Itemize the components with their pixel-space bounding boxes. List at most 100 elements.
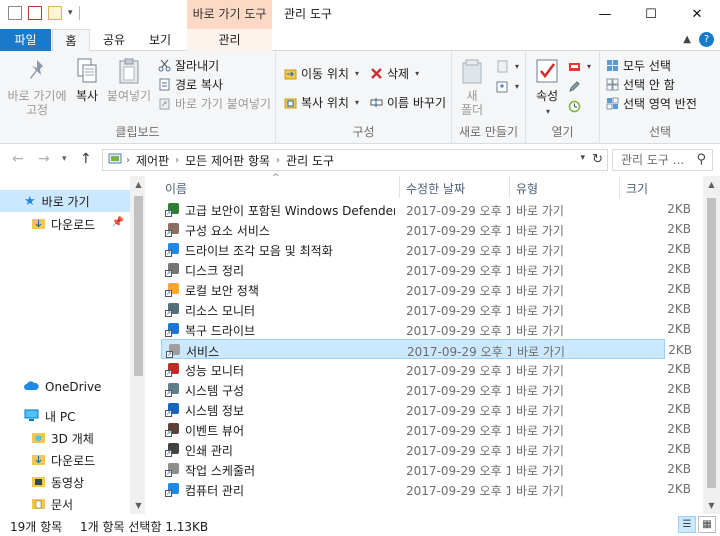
- move-to-button[interactable]: 이동 위치 ▾: [284, 64, 359, 82]
- breadcrumb-all-items[interactable]: 모든 제어판 항목: [181, 152, 274, 169]
- new-folder-qat-icon[interactable]: [48, 6, 62, 20]
- address-dropdown-icon[interactable]: ▾: [580, 153, 585, 163]
- history-button[interactable]: [568, 97, 581, 115]
- file-row[interactable]: ↗ 성능 모니터 2017-09-29 오후 1... 바로 가기 2KB: [161, 359, 691, 379]
- nav-item-onedrive[interactable]: OneDrive: [0, 376, 130, 398]
- open-button[interactable]: ▾: [568, 57, 591, 75]
- file-row[interactable]: ↗ 시스템 구성 2017-09-29 오후 1... 바로 가기 2KB: [161, 379, 691, 399]
- file-name: 이벤트 뷰어: [185, 424, 245, 438]
- back-arrow-icon[interactable]: ←: [12, 151, 24, 167]
- column-divider[interactable]: [399, 176, 400, 198]
- forward-arrow-icon[interactable]: →: [38, 151, 50, 167]
- column-size[interactable]: 크기: [626, 180, 648, 197]
- file-row[interactable]: ↗ 디스크 정리 2017-09-29 오후 1... 바로 가기 2KB: [161, 259, 691, 279]
- file-row[interactable]: ↗ 컴퓨터 관리 2017-09-29 오후 1... 바로 가기 2KB: [161, 479, 691, 499]
- breadcrumb-separator[interactable]: ›: [274, 155, 282, 166]
- breadcrumb-separator[interactable]: ›: [173, 155, 181, 166]
- column-type[interactable]: 유형: [516, 180, 538, 197]
- column-divider[interactable]: [509, 176, 510, 198]
- nav-item-documents[interactable]: 문서: [0, 493, 130, 515]
- file-size: 2KB: [667, 462, 691, 476]
- nav-item-downloads[interactable]: 다운로드 📌: [0, 213, 130, 235]
- select-all-button[interactable]: 모두 선택: [606, 56, 671, 74]
- tab-manage[interactable]: 관리: [187, 29, 272, 51]
- easy-access-button[interactable]: ▾: [496, 77, 519, 95]
- tab-file[interactable]: 파일: [0, 29, 51, 51]
- properties-qat-icon[interactable]: [8, 6, 22, 20]
- nav-item-videos[interactable]: 동영상: [0, 471, 130, 493]
- shortcut-arrow-icon: ↗: [165, 270, 172, 277]
- collapse-ribbon-icon[interactable]: ▲: [683, 34, 691, 45]
- breadcrumb-admin-tools[interactable]: 관리 도구: [282, 152, 338, 169]
- file-row[interactable]: ↗ 작업 스케줄러 2017-09-29 오후 1... 바로 가기 2KB: [161, 459, 691, 479]
- tab-share[interactable]: 공유: [92, 29, 136, 51]
- file-row[interactable]: ↗ 로컬 보안 정책 2017-09-29 오후 1... 바로 가기 2KB: [161, 279, 691, 299]
- new-folder-button[interactable]: 새 폴더: [456, 57, 488, 117]
- file-type: 바로 가기: [516, 204, 564, 218]
- up-arrow-icon[interactable]: ↑: [80, 151, 92, 167]
- nav-item-downloads-pc[interactable]: 다운로드: [0, 449, 130, 471]
- tab-home[interactable]: 홈: [52, 29, 90, 52]
- file-name: 작업 스케줄러: [185, 464, 256, 478]
- column-date[interactable]: 수정한 날짜: [406, 180, 465, 197]
- customize-qat-dropdown-icon[interactable]: ▾: [68, 8, 73, 18]
- breadcrumb-separator[interactable]: ›: [124, 155, 132, 166]
- minimize-button[interactable]: —: [582, 0, 628, 29]
- maximize-button[interactable]: ☐: [628, 0, 674, 29]
- copy-to-button[interactable]: 복사 위치 ▾: [284, 93, 359, 111]
- properties-button[interactable]: 속성 ▾: [530, 57, 564, 119]
- paste-shortcut-button[interactable]: 바로 가기 붙여넣기: [158, 94, 271, 112]
- file-row[interactable]: ↗ 서비스 2017-09-29 오후 1... 바로 가기 2KB: [161, 339, 692, 359]
- paste-button[interactable]: 붙여넣기: [106, 57, 152, 103]
- new-folder-icon: [459, 57, 485, 85]
- rename-label: 이름 바꾸기: [387, 95, 447, 110]
- recent-locations-dropdown-icon[interactable]: ▾: [62, 154, 67, 164]
- file-row[interactable]: ↗ 인쇄 관리 2017-09-29 오후 1... 바로 가기 2KB: [161, 439, 691, 459]
- breadcrumb-control-panel[interactable]: 제어판: [132, 152, 173, 169]
- pin-to-quick-access-button[interactable]: 바로 가기에 고정: [6, 57, 68, 117]
- cut-button[interactable]: 잘라내기: [158, 56, 219, 74]
- copy-button[interactable]: 복사: [70, 57, 104, 103]
- rename-button[interactable]: 이름 바꾸기: [370, 93, 446, 111]
- admin-tool-shortcut-icon: ↗: [165, 262, 180, 277]
- select-none-button[interactable]: 선택 안 함: [606, 75, 675, 93]
- help-icon[interactable]: ?: [699, 32, 714, 47]
- file-list-scroll-thumb[interactable]: [707, 198, 716, 488]
- tab-view[interactable]: 보기: [138, 29, 182, 51]
- refresh-icon[interactable]: ↻: [592, 152, 603, 167]
- close-button[interactable]: ✕: [674, 0, 720, 29]
- invert-selection-button[interactable]: 선택 영역 반전: [606, 94, 697, 112]
- copy-path-button[interactable]: 경로 복사: [158, 75, 223, 93]
- file-row[interactable]: ↗ 복구 드라이브 2017-09-29 오후 1... 바로 가기 2KB: [161, 319, 691, 339]
- file-row[interactable]: ↗ 이벤트 뷰어 2017-09-29 오후 1... 바로 가기 2KB: [161, 419, 691, 439]
- nav-item-quick-access[interactable]: ★ 바로 가기: [0, 190, 130, 212]
- file-type: 바로 가기: [516, 284, 564, 298]
- scroll-up-arrow-icon[interactable]: ▲: [703, 176, 720, 193]
- address-bar[interactable]: › 제어판 › 모든 제어판 항목 › 관리 도구 ▾ ↻: [102, 149, 608, 171]
- file-row[interactable]: ↗ 구성 요소 서비스 2017-09-29 오후 1... 바로 가기 2KB: [161, 219, 691, 239]
- column-name[interactable]: 이름: [165, 180, 187, 197]
- new-item-icon: [496, 60, 509, 73]
- quick-access-toolbar: ▾: [8, 6, 80, 20]
- admin-tool-shortcut-icon: ↗: [165, 442, 180, 457]
- nav-item-3d-objects[interactable]: 3D 개체: [0, 427, 130, 449]
- file-type: 바로 가기: [516, 264, 564, 278]
- file-row[interactable]: ↗ 드라이브 조각 모음 및 최적화 2017-09-29 오후 1... 바로 가기…: [161, 239, 691, 259]
- computer-icon: [24, 409, 39, 424]
- file-row[interactable]: ↗ 리소스 모니터 2017-09-29 오후 1... 바로 가기 2KB: [161, 299, 691, 319]
- file-list-scrollbar[interactable]: ▲ ▼: [703, 176, 720, 514]
- large-icons-view-icon[interactable]: ▦: [698, 516, 716, 533]
- details-view-icon[interactable]: ☰: [678, 516, 696, 533]
- checkmark-qat-icon[interactable]: [28, 6, 42, 20]
- file-row[interactable]: ↗ 고급 보안이 포함된 Windows Defender ... 2017-09-…: [161, 199, 691, 219]
- search-icon: ⚲: [696, 152, 706, 167]
- new-item-button[interactable]: ▾: [496, 57, 519, 75]
- edit-button[interactable]: [568, 77, 581, 95]
- delete-button[interactable]: 삭제 ▾: [370, 64, 419, 82]
- column-divider[interactable]: [619, 176, 620, 198]
- scroll-down-arrow-icon[interactable]: ▼: [703, 497, 720, 514]
- nav-item-this-pc[interactable]: 내 PC: [0, 405, 130, 427]
- search-box[interactable]: 관리 도구 ... ⚲: [612, 149, 713, 171]
- file-row[interactable]: ↗ 시스템 정보 2017-09-29 오후 1... 바로 가기 2KB: [161, 399, 691, 419]
- nav-pane-scroll-thumb[interactable]: [134, 196, 143, 376]
